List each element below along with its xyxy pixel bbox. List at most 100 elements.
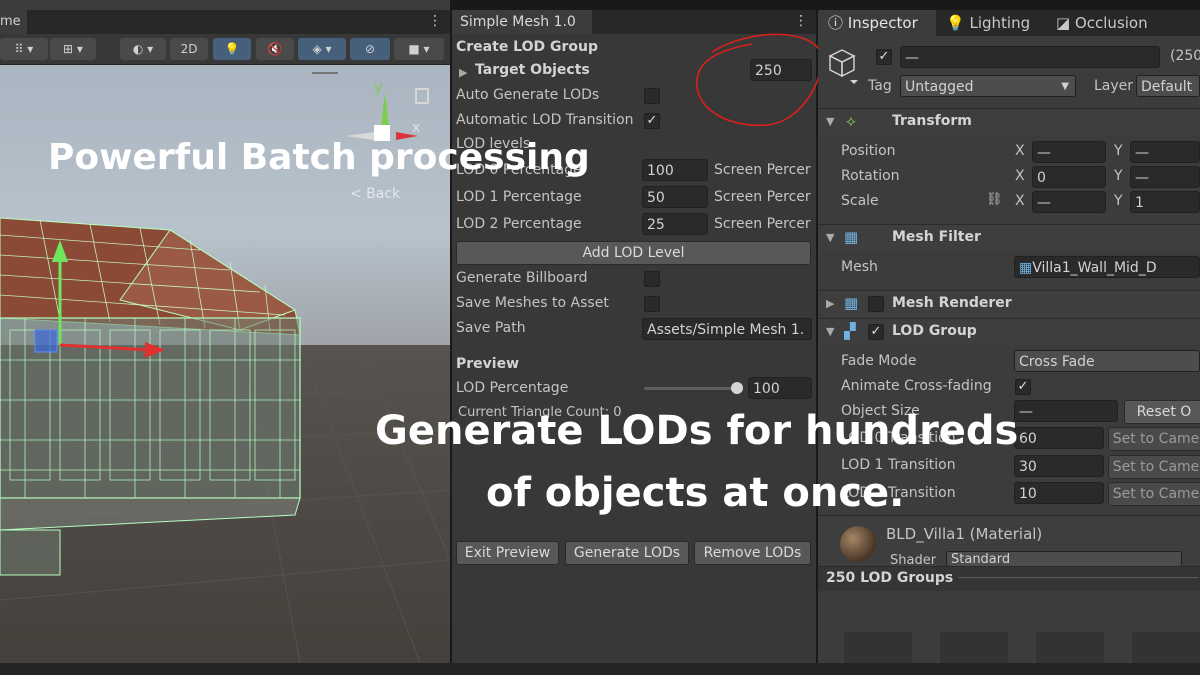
- rotation-x-field[interactable]: 0: [1032, 166, 1106, 188]
- add-lod-level-button[interactable]: Add LOD Level: [456, 241, 811, 265]
- lod2-percentage-field[interactable]: 25: [642, 213, 708, 235]
- save-meshes-checkbox[interactable]: [644, 296, 660, 312]
- active-checkbox[interactable]: ✓: [876, 49, 892, 65]
- lod0-set-camera-button[interactable]: Set to Came: [1108, 427, 1200, 451]
- lod2-set-camera-button[interactable]: Set to Came: [1108, 482, 1200, 506]
- lod0-transition-field[interactable]: 60: [1014, 427, 1104, 449]
- fade-mode-dropdown[interactable]: Cross Fade: [1014, 350, 1200, 372]
- auto-transition-label: Automatic LOD Transition: [456, 112, 634, 128]
- save-meshes-label: Save Meshes to Asset: [456, 295, 609, 311]
- effects-toggle-icon[interactable]: ◈ ▾: [298, 38, 346, 60]
- target-objects-label[interactable]: Target Objects: [475, 62, 590, 78]
- shader-dropdown[interactable]: Standard: [946, 551, 1182, 567]
- footer-divider: [958, 577, 1198, 578]
- mesh-filter-header[interactable]: ▼ ▦ Mesh Filter: [818, 224, 1200, 251]
- mesh-icon: ▦: [1019, 260, 1033, 276]
- section-create-lod-group: Create LOD Group: [456, 39, 599, 55]
- lock-icon[interactable]: [415, 88, 429, 104]
- lod0-percentage-field[interactable]: 100: [642, 159, 708, 181]
- foldout-arrow-icon[interactable]: ▶: [459, 66, 467, 79]
- object-name-field[interactable]: —: [900, 46, 1160, 68]
- exit-preview-button[interactable]: Exit Preview: [456, 541, 559, 565]
- lod1-mode-dropdown[interactable]: Screen Percer: [714, 189, 811, 205]
- lod1-transition-field[interactable]: 30: [1014, 455, 1104, 477]
- tab-lighting[interactable]: 💡 Lighting: [946, 10, 1030, 36]
- caption-middle-line2: of objects at once.: [486, 470, 905, 516]
- scene-tabbar: me ⋮: [0, 10, 450, 34]
- lod-percentage-slider-handle[interactable]: [731, 382, 743, 394]
- lod-group-title: LOD Group: [892, 323, 977, 339]
- tab-occlusion[interactable]: ◪ Occlusion: [1056, 10, 1148, 36]
- tab-scene[interactable]: me: [0, 10, 27, 34]
- position-x-field[interactable]: —: [1032, 141, 1106, 163]
- lod-group-checkbox[interactable]: ✓: [868, 324, 884, 340]
- lod1-percentage-label: LOD 1 Percentage: [456, 189, 582, 205]
- animate-cross-fading-checkbox[interactable]: ✓: [1015, 379, 1031, 395]
- scale-x-field[interactable]: —: [1032, 191, 1106, 213]
- camera-settings-icon[interactable]: ■ ▾: [394, 38, 444, 60]
- transform-title: Transform: [892, 113, 972, 129]
- lod-percentage-label: LOD Percentage: [456, 380, 569, 396]
- lighting-toggle-icon[interactable]: 💡: [213, 38, 251, 60]
- mesh-renderer-header[interactable]: ▶ ▦ Mesh Renderer: [818, 290, 1200, 317]
- scale-label: Scale: [841, 193, 879, 209]
- material-name: BLD_Villa1 (Material): [886, 525, 1043, 543]
- save-path-field[interactable]: Assets/Simple Mesh 1.: [642, 318, 812, 340]
- link-icon[interactable]: ⛓: [986, 192, 1003, 207]
- foldout-arrow-icon[interactable]: ▼: [826, 115, 834, 128]
- remove-lods-button[interactable]: Remove LODs: [694, 541, 811, 565]
- scene-view[interactable]: y x < Back me ⋮ ⠿ ▾ ⊞ ▾ ◐ ▾ 2D 💡 🔇 ◈ ▾ ⊘…: [0, 0, 450, 663]
- mode-2d-button[interactable]: 2D: [170, 38, 208, 60]
- increment-snap-button[interactable]: ⊞ ▾: [50, 38, 96, 60]
- bottom-status-bar: [0, 663, 1200, 675]
- lod1-percentage-field[interactable]: 50: [642, 186, 708, 208]
- tab-lighting-label: Lighting: [969, 14, 1031, 32]
- mesh-field[interactable]: ▦Villa1_Wall_Mid_D: [1014, 256, 1200, 278]
- rotation-y-field[interactable]: —: [1130, 166, 1200, 188]
- tab-simple-mesh[interactable]: Simple Mesh 1.0: [452, 10, 592, 34]
- mesh-renderer-checkbox[interactable]: [868, 296, 884, 312]
- gizmo-x-label: x: [412, 120, 421, 136]
- lod-thumbnail[interactable]: [940, 632, 1008, 663]
- drag-handle[interactable]: [312, 72, 338, 74]
- reset-button[interactable]: Reset O: [1124, 400, 1200, 424]
- preview-title: Preview: [456, 356, 520, 372]
- tag-value: Untagged: [905, 79, 974, 95]
- generate-billboard-checkbox[interactable]: [644, 271, 660, 287]
- position-y-field[interactable]: —: [1130, 141, 1200, 163]
- object-size-field[interactable]: —: [1014, 400, 1118, 422]
- lod-percentage-slider-track[interactable]: [644, 387, 736, 390]
- lod-thumbnail[interactable]: [1036, 632, 1104, 663]
- lod1-set-camera-button[interactable]: Set to Came: [1108, 455, 1200, 479]
- tab-inspector[interactable]: ⓘ Inspector: [818, 10, 936, 36]
- lod-group-header[interactable]: ▼ ▞ ✓ LOD Group: [818, 318, 1200, 345]
- lod-thumbnail[interactable]: [844, 632, 912, 663]
- lod-percentage-field[interactable]: 100: [748, 377, 812, 399]
- tag-dropdown[interactable]: Untagged ▼: [900, 75, 1076, 97]
- foldout-arrow-icon[interactable]: ▼: [826, 231, 834, 244]
- foldout-arrow-icon[interactable]: ▶: [826, 297, 834, 310]
- visibility-toggle-icon[interactable]: ⊘: [350, 38, 390, 60]
- layer-dropdown[interactable]: Default: [1136, 75, 1200, 97]
- back-label[interactable]: < Back: [350, 186, 400, 202]
- mesh-label: Mesh: [841, 259, 878, 275]
- scale-x-label: X: [1015, 193, 1025, 209]
- shading-mode-button[interactable]: ◐ ▾: [120, 38, 166, 60]
- lod2-transition-field[interactable]: 10: [1014, 482, 1104, 504]
- auto-transition-checkbox[interactable]: ✓: [644, 113, 660, 129]
- material-preview-icon: [840, 526, 876, 562]
- tab-occlusion-label: Occlusion: [1074, 14, 1148, 32]
- auto-generate-checkbox[interactable]: [644, 88, 660, 104]
- more-options-icon[interactable]: ⋮: [428, 13, 442, 29]
- house-wireframe[interactable]: [0, 217, 301, 576]
- grid-snap-button[interactable]: ⠿ ▾: [0, 38, 48, 60]
- scale-y-field[interactable]: 1: [1130, 191, 1200, 213]
- lod0-mode-dropdown[interactable]: Screen Percer: [714, 162, 811, 178]
- foldout-arrow-icon[interactable]: ▼: [826, 325, 834, 338]
- lod2-mode-dropdown[interactable]: Screen Percer: [714, 216, 811, 232]
- audio-toggle-icon[interactable]: 🔇: [256, 38, 294, 60]
- generate-lods-button[interactable]: Generate LODs: [565, 541, 689, 565]
- transform-header[interactable]: ▼ ⟡ Transform: [818, 108, 1200, 135]
- animate-cross-fading-label: Animate Cross-fading: [841, 378, 992, 394]
- lod-thumbnail[interactable]: [1132, 632, 1200, 663]
